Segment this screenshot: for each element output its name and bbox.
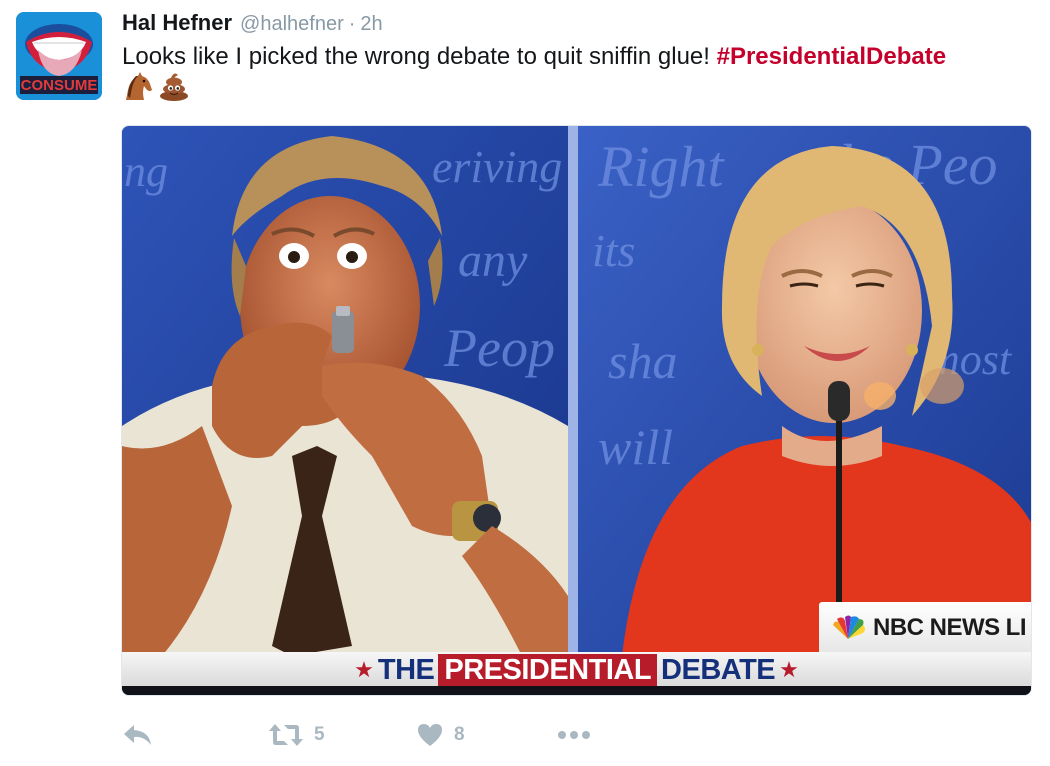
avatar-text: CONSUME	[21, 77, 98, 94]
backdrop-word: will	[598, 419, 673, 475]
star-icon: ★	[354, 657, 374, 682]
user-handle[interactable]: @halhefner	[240, 13, 344, 36]
nbc-live-label-cut: LI	[1005, 614, 1027, 641]
retweet-icon	[269, 724, 303, 746]
backdrop-word: its	[592, 225, 635, 276]
like-button[interactable]: 8	[416, 718, 465, 752]
backdrop-word: Right	[597, 134, 726, 199]
avatar[interactable]: CONSUME	[16, 12, 102, 100]
tweet-actions: 5 8	[122, 718, 622, 752]
star-icon: ★	[779, 657, 799, 682]
horse-emoji	[126, 72, 152, 100]
backdrop-word: any	[458, 234, 528, 287]
nbc-peacock-icon	[833, 615, 865, 639]
tweet-image[interactable]: Right the Peo ng eriving any its Peop sh…	[121, 125, 1032, 696]
more-button[interactable]	[556, 718, 592, 752]
separator-dot: ·	[348, 13, 356, 35]
backdrop-word: eriving	[432, 141, 562, 192]
tweet-header: Hal Hefner @halhefner · 2h	[122, 10, 383, 40]
emoji-row	[122, 70, 190, 102]
lower-third-highlight: PRESIDENTIAL	[438, 653, 658, 687]
bottom-strip	[122, 686, 1031, 695]
tweet-text: Looks like I picked the wrong debate to …	[122, 42, 946, 72]
backdrop-word: Peop	[443, 318, 555, 378]
lower-third-suffix: DEBATE	[661, 653, 776, 686]
nbc-news-label: NBC NEWS	[873, 614, 1000, 641]
like-count: 8	[454, 724, 465, 745]
hashtag-link[interactable]: #PresidentialDebate	[717, 43, 946, 70]
reply-icon	[124, 725, 151, 745]
backdrop-word: ng	[124, 147, 168, 196]
retweet-count: 5	[314, 724, 325, 745]
backdrop-word: sha	[608, 333, 677, 389]
tweet-body: Looks like I picked the wrong debate to …	[122, 43, 717, 70]
retweet-button[interactable]: 5	[268, 718, 325, 752]
lower-third-banner: ★ THE PRESIDENTIAL DEBATE ★	[122, 652, 1031, 688]
heart-icon	[418, 724, 442, 746]
pile-of-poo-emoji	[160, 73, 188, 101]
nbc-news-bug: NBC NEWS LI	[819, 602, 1031, 654]
display-name[interactable]: Hal Hefner	[122, 10, 232, 36]
reply-button[interactable]	[122, 718, 154, 752]
more-icon	[558, 731, 590, 739]
lower-third-prefix: THE	[377, 653, 435, 686]
timestamp[interactable]: 2h	[360, 13, 382, 36]
